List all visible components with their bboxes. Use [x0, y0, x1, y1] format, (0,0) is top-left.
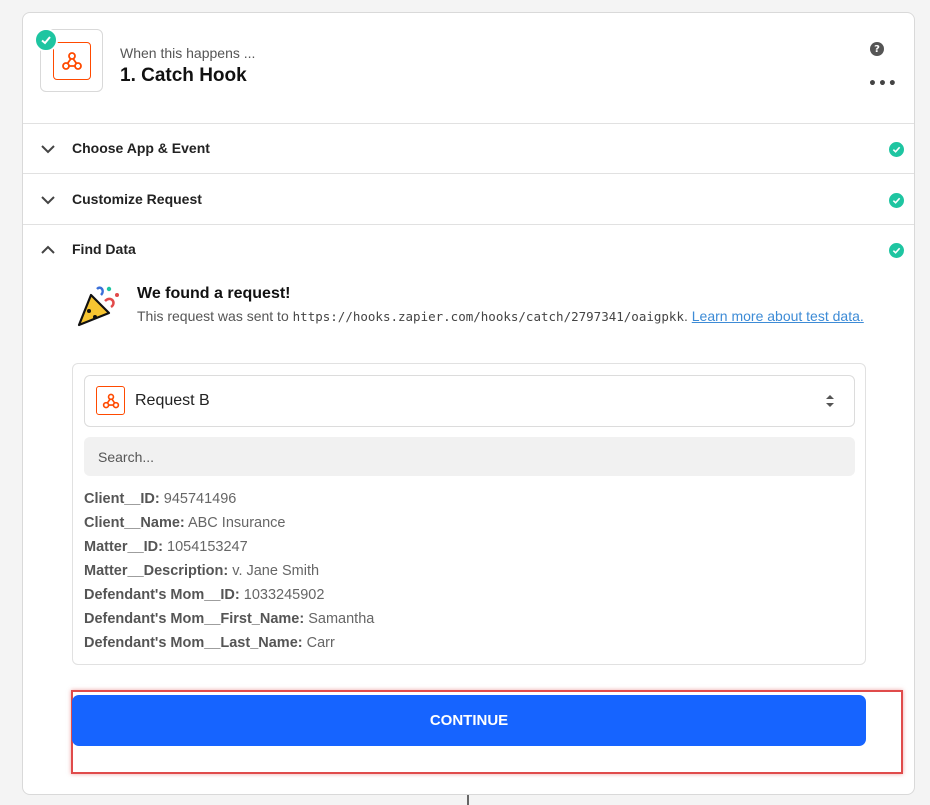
field-value: Samantha — [308, 611, 375, 627]
section-complete-icon — [889, 142, 904, 157]
field-value: v. Jane Smith — [232, 563, 320, 579]
field-key: Defendant's Mom__ID: — [84, 587, 240, 603]
select-arrows-icon — [826, 395, 834, 407]
request-select[interactable]: Request B — [84, 375, 855, 427]
field-key: Client__Name: — [84, 515, 185, 531]
section-complete-icon — [889, 193, 904, 208]
data-field: Client__ID: 945741496 — [84, 489, 374, 513]
step-complete-check-icon — [34, 28, 58, 52]
field-value: 1054153247 — [167, 539, 248, 555]
data-field: Matter__ID: 1054153247 — [84, 537, 374, 561]
section-label: Customize Request — [72, 191, 202, 207]
field-value: 945741496 — [163, 491, 237, 507]
trigger-subtitle: When this happens ... — [120, 45, 256, 61]
field-key: Defendant's Mom__Last_Name: — [84, 635, 303, 651]
learn-more-link[interactable]: Learn more about test data. — [692, 308, 864, 324]
chevron-down-icon — [41, 196, 55, 205]
party-popper-icon — [77, 286, 119, 327]
step-header: When this happens ... 1. Catch Hook ? ••… — [23, 13, 914, 124]
description-text: . — [683, 308, 692, 324]
field-value: Carr — [306, 635, 335, 651]
section-complete-icon — [889, 243, 904, 258]
field-key: Client__ID: — [84, 491, 160, 507]
found-request-description: This request was sent to https://hooks.z… — [137, 306, 867, 327]
data-field: Client__Name: ABC Insurance — [84, 513, 374, 537]
request-data-panel: Request B Client__ID: 945741496 Client__… — [72, 363, 866, 665]
field-key: Matter__Description: — [84, 563, 229, 579]
section-label: Choose App & Event — [72, 140, 210, 156]
continue-button[interactable]: CONTINUE — [72, 695, 866, 746]
request-select-value: Request B — [135, 392, 210, 409]
search-input[interactable] — [84, 437, 855, 476]
section-find-data[interactable]: Find Data — [23, 225, 914, 275]
chevron-up-icon — [41, 245, 55, 254]
step-title[interactable]: 1. Catch Hook — [120, 65, 247, 87]
data-field: Defendant's Mom__Last_Name: Carr — [84, 633, 374, 657]
chevron-down-icon — [41, 145, 55, 154]
description-text: This request was sent to — [137, 308, 293, 324]
section-label: Find Data — [72, 241, 136, 257]
field-value: 1033245902 — [243, 587, 325, 603]
step-card: When this happens ... 1. Catch Hook ? ••… — [22, 12, 915, 795]
data-field: Matter__Description: v. Jane Smith — [84, 561, 374, 585]
help-icon[interactable]: ? — [870, 42, 884, 56]
field-key: Defendant's Mom__First_Name: — [84, 611, 305, 627]
section-choose-app-event[interactable]: Choose App & Event — [23, 124, 914, 174]
more-options-icon[interactable]: ••• — [868, 77, 898, 91]
found-request-title: We found a request! — [137, 285, 291, 302]
request-fields-list: Client__ID: 945741496 Client__Name: ABC … — [84, 489, 374, 657]
webhook-icon — [53, 42, 91, 80]
data-field: Defendant's Mom__ID: 1033245902 — [84, 585, 374, 609]
section-customize-request[interactable]: Customize Request — [23, 175, 914, 225]
webhook-url: https://hooks.zapier.com/hooks/catch/279… — [292, 309, 684, 324]
field-key: Matter__ID: — [84, 539, 163, 555]
field-value: ABC Insurance — [187, 515, 286, 531]
data-field: Defendant's Mom__First_Name: Samantha — [84, 609, 374, 633]
webhook-icon — [96, 386, 125, 415]
